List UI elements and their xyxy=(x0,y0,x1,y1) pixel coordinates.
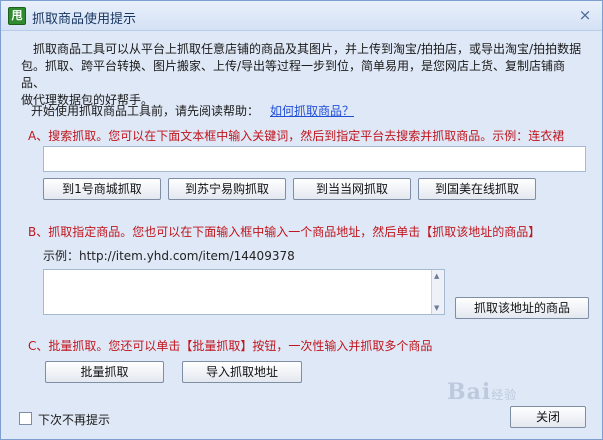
title-bar: 甩 抓取商品使用提示 × xyxy=(1,1,602,31)
watermark-logo: Bai经验 xyxy=(447,379,517,405)
section-c-title: C、批量抓取。您还可以单击【批量抓取】按钮，一次性输入并抓取多个商品 xyxy=(28,339,433,353)
dialog-window: 甩 抓取商品使用提示 × 抓取商品工具可以从平台上抓取任意店铺的商品及其图片，并… xyxy=(0,0,603,440)
url-textarea[interactable]: ▲ ▼ xyxy=(43,269,445,315)
url-example: 示例：http://item.yhd.com/item/14409378 xyxy=(43,249,295,263)
textarea-scrollbar[interactable]: ▲ ▼ xyxy=(431,270,444,314)
grab-dangdang-button[interactable]: 到当当网抓取 xyxy=(293,178,411,200)
grab-yhd-button[interactable]: 到1号商城抓取 xyxy=(43,178,161,200)
help-label: 开始使用抓取商品工具前，请先阅读帮助： xyxy=(31,104,260,118)
scroll-down-icon[interactable]: ▼ xyxy=(434,304,439,312)
intro-text: 抓取商品工具可以从平台上抓取任意店铺的商品及其图片，并上传到淘宝/拍拍店，或导出… xyxy=(21,41,587,109)
help-link[interactable]: 如何抓取商品？ xyxy=(270,102,354,119)
dont-show-again-checkbox[interactable] xyxy=(19,412,32,425)
intro-line-2: 包。抓取、跨平台转换、图片搬家、上传/导出等过程一步到位，简单易用，是您网店上货… xyxy=(21,59,566,90)
section-b-title: B、抓取指定商品。您也可以在下面输入框中输入一个商品地址，然后单击【抓取该地址的… xyxy=(28,225,541,239)
scroll-up-icon[interactable]: ▲ xyxy=(434,272,439,280)
window-title: 抓取商品使用提示 xyxy=(32,12,137,27)
watermark-suffix: 经验 xyxy=(491,388,518,402)
intro-line-1: 抓取商品工具可以从平台上抓取任意店铺的商品及其图片，并上传到淘宝/拍拍店，或导出… xyxy=(33,42,582,56)
batch-grab-button[interactable]: 批量抓取 xyxy=(45,361,164,383)
dont-show-again-label[interactable]: 下次不再提示 xyxy=(38,411,110,428)
app-logo-icon: 甩 xyxy=(8,7,26,25)
grab-suning-button[interactable]: 到苏宁易购抓取 xyxy=(168,178,286,200)
grab-gome-button[interactable]: 到国美在线抓取 xyxy=(418,178,536,200)
grab-url-button[interactable]: 抓取该地址的商品 xyxy=(455,297,589,319)
import-urls-button[interactable]: 导入抓取地址 xyxy=(182,361,302,383)
close-button[interactable]: 关闭 xyxy=(510,406,586,428)
watermark-brand: Bai xyxy=(447,379,492,405)
keyword-input[interactable] xyxy=(43,146,586,172)
close-icon[interactable]: × xyxy=(576,6,594,24)
section-a-title: A、搜索抓取。您可以在下面文本框中输入关键词，然后到指定平台去搜索并抓取商品。示… xyxy=(28,129,565,143)
